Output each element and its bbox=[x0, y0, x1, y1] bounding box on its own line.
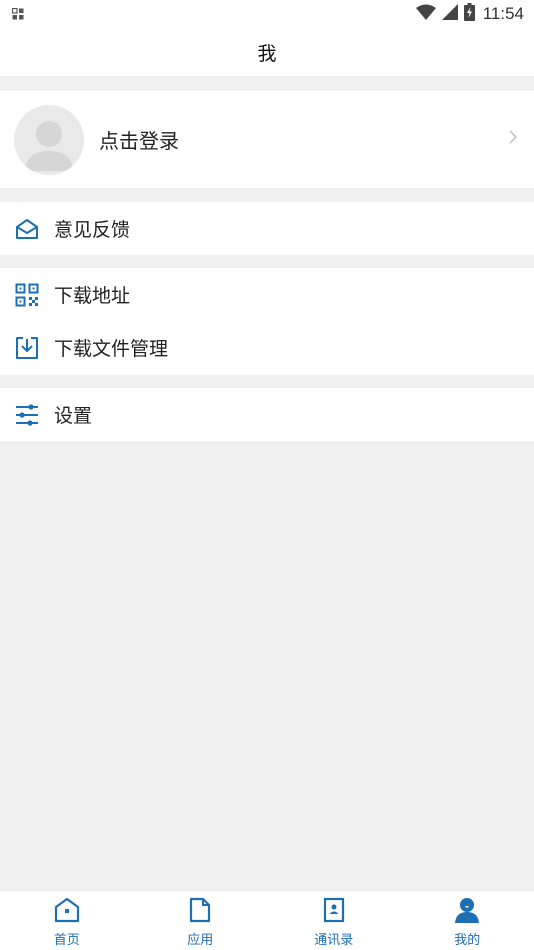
feedback-label: 意见反馈 bbox=[54, 219, 131, 241]
wifi-icon bbox=[415, 4, 436, 24]
page-title: 我 bbox=[257, 42, 277, 65]
tab-apps[interactable]: 应用 bbox=[134, 891, 268, 950]
battery-charging-icon bbox=[463, 3, 475, 25]
user-icon bbox=[453, 897, 481, 927]
download-address-label: 下载地址 bbox=[54, 285, 131, 307]
signal-icon bbox=[441, 4, 458, 24]
tab-contacts-label: 通讯录 bbox=[314, 933, 354, 948]
login-card[interactable]: 点击登录 bbox=[0, 91, 534, 188]
tab-contacts[interactable]: 通讯录 bbox=[267, 891, 401, 950]
status-bar: 11:54 bbox=[0, 0, 534, 28]
tab-mine-label: 我的 bbox=[454, 933, 481, 948]
status-left bbox=[11, 5, 24, 24]
settings-label: 设置 bbox=[54, 405, 93, 427]
envelope-open-icon bbox=[14, 216, 40, 242]
home-icon bbox=[53, 897, 81, 927]
avatar bbox=[14, 104, 84, 175]
download-tray-icon bbox=[14, 335, 40, 361]
feedback-group: 意见反馈 bbox=[0, 202, 534, 255]
chevron-right-icon bbox=[508, 129, 518, 149]
tab-apps-label: 应用 bbox=[187, 933, 214, 948]
bottom-tab-bar: 首页 应用 通讯录 我的 bbox=[0, 890, 534, 950]
app-grid-icon bbox=[11, 5, 24, 24]
tab-mine[interactable]: 我的 bbox=[401, 891, 534, 950]
settings-item[interactable]: 设置 bbox=[0, 388, 534, 441]
download-address-item[interactable]: 下载地址 bbox=[0, 268, 534, 321]
status-time: 11:54 bbox=[482, 4, 524, 23]
tab-home[interactable]: 首页 bbox=[0, 891, 134, 950]
contacts-book-icon bbox=[322, 897, 346, 927]
feedback-item[interactable]: 意见反馈 bbox=[0, 202, 534, 255]
tab-home-label: 首页 bbox=[53, 933, 80, 948]
download-manager-label: 下载文件管理 bbox=[54, 338, 169, 360]
header: 我 bbox=[0, 28, 534, 76]
sliders-icon bbox=[14, 402, 40, 428]
download-group: 下载地址 下载文件管理 bbox=[0, 268, 534, 375]
settings-group: 设置 bbox=[0, 388, 534, 441]
qr-code-icon bbox=[14, 282, 40, 308]
file-icon bbox=[188, 897, 212, 927]
status-right: 11:54 bbox=[415, 3, 524, 25]
login-label: 点击登录 bbox=[99, 129, 179, 153]
download-manager-item[interactable]: 下载文件管理 bbox=[0, 321, 534, 374]
